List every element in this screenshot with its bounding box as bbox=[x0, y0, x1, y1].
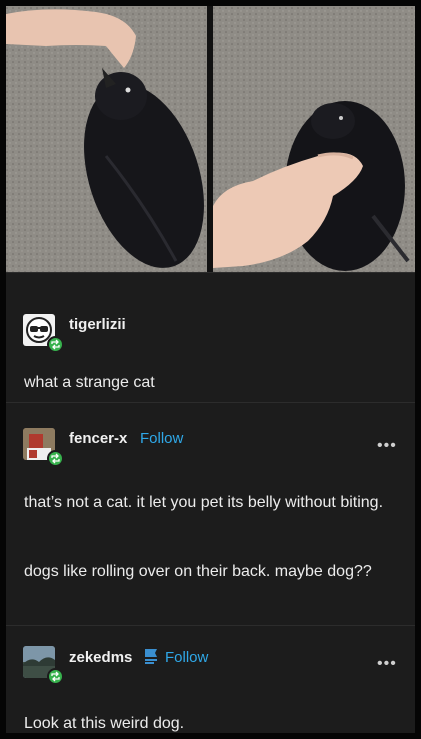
follow-button[interactable]: Follow bbox=[140, 430, 183, 447]
flag-icon bbox=[145, 649, 157, 664]
follow-button[interactable]: Follow bbox=[165, 649, 208, 666]
post-text: Look at this weird dog. bbox=[24, 715, 185, 732]
reblog-icon bbox=[47, 336, 64, 353]
photo-set bbox=[6, 6, 415, 272]
reblog-entry-zekedms: zekedms Follow ••• Look at this weird do… bbox=[6, 626, 415, 733]
post-paragraph: that’s not a cat. it let you pet its bel… bbox=[24, 494, 384, 511]
reblog-icon bbox=[47, 668, 64, 685]
tumblr-post-thread: tigerlizii what a strange cat fencer-x F… bbox=[6, 6, 415, 733]
photo-crow-petted-on-head[interactable] bbox=[6, 6, 207, 272]
photo-crow-petted-on-belly[interactable] bbox=[213, 6, 415, 272]
more-options-icon[interactable]: ••• bbox=[377, 656, 397, 672]
reblog-icon bbox=[47, 450, 64, 467]
username[interactable]: zekedms bbox=[69, 649, 132, 666]
reblog-entry-fencer-x: fencer-x Follow ••• that’s not a cat. it… bbox=[6, 403, 415, 625]
post-text: what a strange cat bbox=[24, 374, 155, 391]
username[interactable]: tigerlizii bbox=[69, 316, 126, 333]
post-paragraph: dogs like rolling over on their back. ma… bbox=[24, 563, 372, 580]
username[interactable]: fencer-x bbox=[69, 430, 127, 447]
more-options-icon[interactable]: ••• bbox=[377, 438, 397, 454]
reblog-entry-tigerlizii: tigerlizii what a strange cat bbox=[6, 273, 415, 402]
